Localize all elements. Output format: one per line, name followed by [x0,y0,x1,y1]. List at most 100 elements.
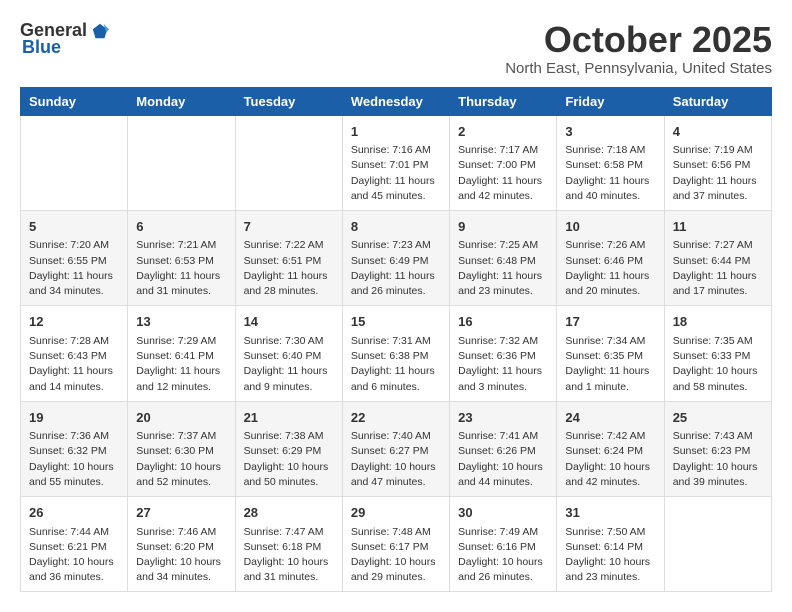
day-info: Sunrise: 7:46 AMSunset: 6:20 PMDaylight:… [136,525,226,586]
day-number: 13 [136,312,226,332]
day-number: 22 [351,408,441,428]
day-number: 15 [351,312,441,332]
day-info: Sunrise: 7:43 AMSunset: 6:23 PMDaylight:… [673,429,763,490]
calendar-cell: 13Sunrise: 7:29 AMSunset: 6:41 PMDayligh… [128,306,235,401]
logo-blue: Blue [22,37,61,58]
day-number: 8 [351,217,441,237]
calendar-cell: 25Sunrise: 7:43 AMSunset: 6:23 PMDayligh… [664,401,771,496]
calendar-cell: 10Sunrise: 7:26 AMSunset: 6:46 PMDayligh… [557,210,664,305]
day-info: Sunrise: 7:25 AMSunset: 6:48 PMDaylight:… [458,238,548,299]
day-header-thursday: Thursday [450,87,557,115]
day-number: 6 [136,217,226,237]
title-section: October 2025 North East, Pennsylvania, U… [505,20,772,77]
calendar-cell: 28Sunrise: 7:47 AMSunset: 6:18 PMDayligh… [235,497,342,592]
day-info: Sunrise: 7:28 AMSunset: 6:43 PMDaylight:… [29,334,119,395]
day-info: Sunrise: 7:49 AMSunset: 6:16 PMDaylight:… [458,525,548,586]
calendar-cell: 7Sunrise: 7:22 AMSunset: 6:51 PMDaylight… [235,210,342,305]
calendar-cell: 19Sunrise: 7:36 AMSunset: 6:32 PMDayligh… [21,401,128,496]
day-info: Sunrise: 7:21 AMSunset: 6:53 PMDaylight:… [136,238,226,299]
day-info: Sunrise: 7:42 AMSunset: 6:24 PMDaylight:… [565,429,655,490]
day-number: 4 [673,122,763,142]
day-info: Sunrise: 7:19 AMSunset: 6:56 PMDaylight:… [673,143,763,204]
calendar-cell: 17Sunrise: 7:34 AMSunset: 6:35 PMDayligh… [557,306,664,401]
day-number: 12 [29,312,119,332]
calendar-cell: 3Sunrise: 7:18 AMSunset: 6:58 PMDaylight… [557,115,664,210]
day-number: 31 [565,503,655,523]
day-info: Sunrise: 7:30 AMSunset: 6:40 PMDaylight:… [244,334,334,395]
day-info: Sunrise: 7:36 AMSunset: 6:32 PMDaylight:… [29,429,119,490]
day-info: Sunrise: 7:47 AMSunset: 6:18 PMDaylight:… [244,525,334,586]
day-number: 27 [136,503,226,523]
day-info: Sunrise: 7:32 AMSunset: 6:36 PMDaylight:… [458,334,548,395]
calendar-cell: 20Sunrise: 7:37 AMSunset: 6:30 PMDayligh… [128,401,235,496]
calendar-cell: 16Sunrise: 7:32 AMSunset: 6:36 PMDayligh… [450,306,557,401]
day-header-wednesday: Wednesday [342,87,449,115]
calendar-cell: 14Sunrise: 7:30 AMSunset: 6:40 PMDayligh… [235,306,342,401]
calendar-cell: 26Sunrise: 7:44 AMSunset: 6:21 PMDayligh… [21,497,128,592]
page-header: General Blue October 2025 North East, Pe… [20,20,772,77]
day-info: Sunrise: 7:17 AMSunset: 7:00 PMDaylight:… [458,143,548,204]
day-number: 19 [29,408,119,428]
calendar-cell: 2Sunrise: 7:17 AMSunset: 7:00 PMDaylight… [450,115,557,210]
calendar-cell: 21Sunrise: 7:38 AMSunset: 6:29 PMDayligh… [235,401,342,496]
day-number: 18 [673,312,763,332]
day-info: Sunrise: 7:20 AMSunset: 6:55 PMDaylight:… [29,238,119,299]
calendar-cell [128,115,235,210]
calendar-cell: 31Sunrise: 7:50 AMSunset: 6:14 PMDayligh… [557,497,664,592]
day-number: 5 [29,217,119,237]
day-info: Sunrise: 7:41 AMSunset: 6:26 PMDaylight:… [458,429,548,490]
calendar-cell: 1Sunrise: 7:16 AMSunset: 7:01 PMDaylight… [342,115,449,210]
calendar-cell: 9Sunrise: 7:25 AMSunset: 6:48 PMDaylight… [450,210,557,305]
day-number: 11 [673,217,763,237]
logo: General Blue [20,20,109,58]
day-number: 10 [565,217,655,237]
week-row: 12Sunrise: 7:28 AMSunset: 6:43 PMDayligh… [21,306,772,401]
week-row: 1Sunrise: 7:16 AMSunset: 7:01 PMDaylight… [21,115,772,210]
day-info: Sunrise: 7:34 AMSunset: 6:35 PMDaylight:… [565,334,655,395]
day-header-sunday: Sunday [21,87,128,115]
day-info: Sunrise: 7:44 AMSunset: 6:21 PMDaylight:… [29,525,119,586]
calendar-cell: 5Sunrise: 7:20 AMSunset: 6:55 PMDaylight… [21,210,128,305]
calendar-cell: 29Sunrise: 7:48 AMSunset: 6:17 PMDayligh… [342,497,449,592]
calendar-cell: 27Sunrise: 7:46 AMSunset: 6:20 PMDayligh… [128,497,235,592]
day-info: Sunrise: 7:31 AMSunset: 6:38 PMDaylight:… [351,334,441,395]
day-number: 30 [458,503,548,523]
day-number: 25 [673,408,763,428]
day-number: 2 [458,122,548,142]
day-number: 17 [565,312,655,332]
calendar-cell: 23Sunrise: 7:41 AMSunset: 6:26 PMDayligh… [450,401,557,496]
day-number: 20 [136,408,226,428]
calendar-cell: 24Sunrise: 7:42 AMSunset: 6:24 PMDayligh… [557,401,664,496]
logo-icon [91,22,109,40]
day-number: 29 [351,503,441,523]
calendar-cell: 30Sunrise: 7:49 AMSunset: 6:16 PMDayligh… [450,497,557,592]
day-number: 24 [565,408,655,428]
header-row: SundayMondayTuesdayWednesdayThursdayFrid… [21,87,772,115]
day-info: Sunrise: 7:18 AMSunset: 6:58 PMDaylight:… [565,143,655,204]
calendar-cell [664,497,771,592]
day-info: Sunrise: 7:29 AMSunset: 6:41 PMDaylight:… [136,334,226,395]
day-number: 14 [244,312,334,332]
calendar-cell: 8Sunrise: 7:23 AMSunset: 6:49 PMDaylight… [342,210,449,305]
day-number: 28 [244,503,334,523]
day-info: Sunrise: 7:38 AMSunset: 6:29 PMDaylight:… [244,429,334,490]
calendar-cell [21,115,128,210]
location-subtitle: North East, Pennsylvania, United States [505,60,772,77]
day-header-saturday: Saturday [664,87,771,115]
day-header-monday: Monday [128,87,235,115]
calendar-cell: 12Sunrise: 7:28 AMSunset: 6:43 PMDayligh… [21,306,128,401]
day-number: 16 [458,312,548,332]
day-info: Sunrise: 7:26 AMSunset: 6:46 PMDaylight:… [565,238,655,299]
day-info: Sunrise: 7:37 AMSunset: 6:30 PMDaylight:… [136,429,226,490]
day-header-tuesday: Tuesday [235,87,342,115]
calendar-cell [235,115,342,210]
week-row: 26Sunrise: 7:44 AMSunset: 6:21 PMDayligh… [21,497,772,592]
day-info: Sunrise: 7:23 AMSunset: 6:49 PMDaylight:… [351,238,441,299]
day-info: Sunrise: 7:22 AMSunset: 6:51 PMDaylight:… [244,238,334,299]
day-header-friday: Friday [557,87,664,115]
day-number: 21 [244,408,334,428]
week-row: 19Sunrise: 7:36 AMSunset: 6:32 PMDayligh… [21,401,772,496]
day-info: Sunrise: 7:48 AMSunset: 6:17 PMDaylight:… [351,525,441,586]
calendar-cell: 4Sunrise: 7:19 AMSunset: 6:56 PMDaylight… [664,115,771,210]
day-number: 26 [29,503,119,523]
